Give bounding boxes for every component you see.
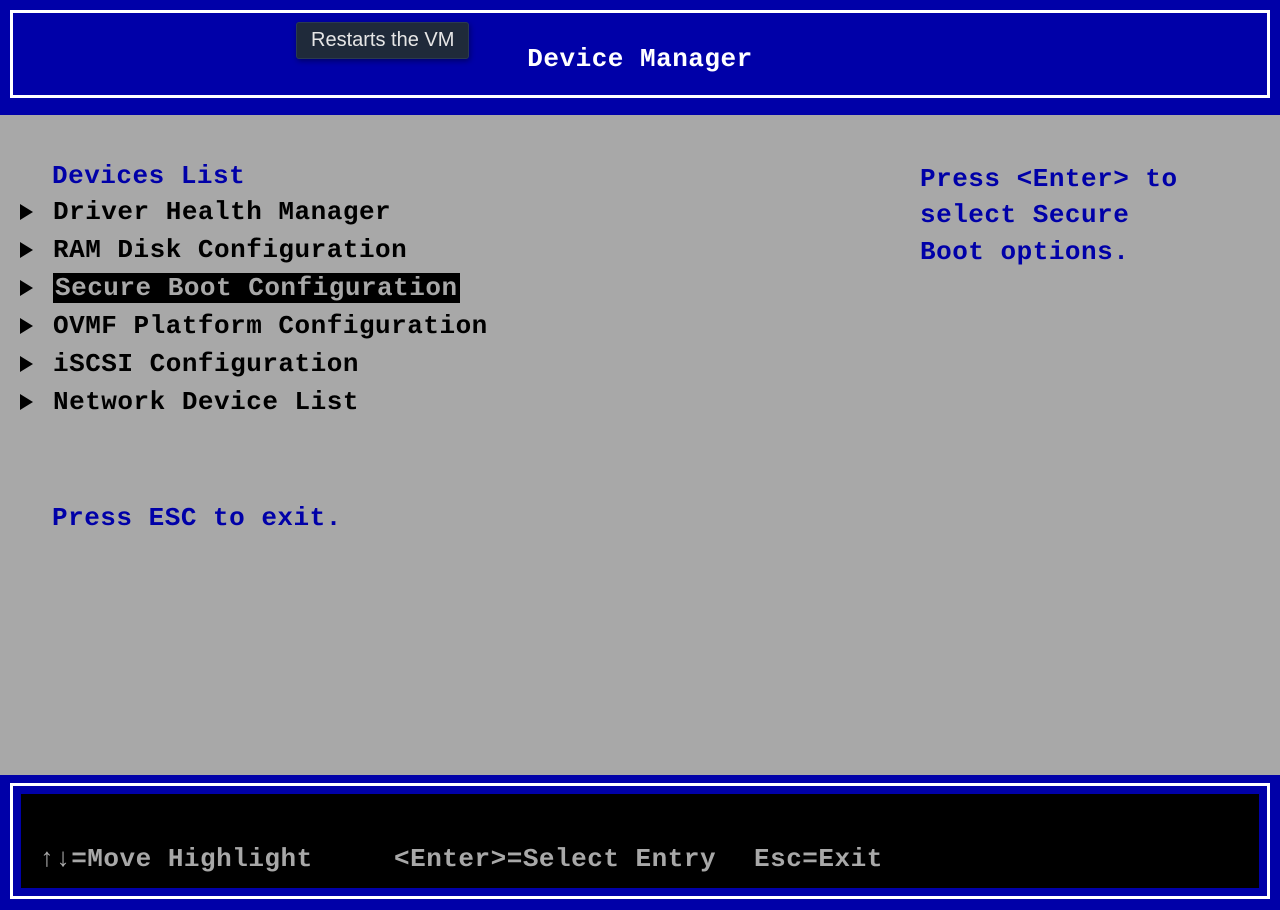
- body: Devices List Driver Health Manager RAM D…: [0, 115, 1280, 775]
- footer-bar: ↑↓=Move Highlight <Enter>=Select Entry E…: [0, 775, 1280, 910]
- footer: ↑↓=Move Highlight <Enter>=Select Entry E…: [21, 794, 1259, 888]
- header-bar: Device Manager Restarts the VM: [0, 0, 1280, 115]
- menu-item-driver-health[interactable]: Driver Health Manager: [20, 193, 920, 231]
- menu-item-label: Secure Boot Configuration: [53, 273, 460, 303]
- chevron-right-icon: [20, 394, 33, 410]
- tooltip-restart-vm: Restarts the VM: [296, 22, 469, 59]
- footer-hint-exit: Esc=Exit: [754, 844, 1241, 874]
- chevron-right-icon: [20, 242, 33, 258]
- page-title: Device Manager: [527, 34, 752, 74]
- footer-hint-select: <Enter>=Select Entry: [394, 844, 754, 874]
- help-pane: Press <Enter> to select Secure Boot opti…: [920, 161, 1260, 755]
- footer-border: ↑↓=Move Highlight <Enter>=Select Entry E…: [10, 783, 1270, 899]
- chevron-right-icon: [20, 280, 33, 296]
- footer-hint-move: ↑↓=Move Highlight: [39, 844, 394, 874]
- menu-item-label: Network Device List: [53, 387, 359, 417]
- help-text: Press <Enter> to select Secure Boot opti…: [920, 161, 1200, 270]
- chevron-right-icon: [20, 318, 33, 334]
- menu-item-label: Driver Health Manager: [53, 197, 391, 227]
- exit-hint: Press ESC to exit.: [52, 503, 920, 533]
- menu-item-ram-disk[interactable]: RAM Disk Configuration: [20, 231, 920, 269]
- menu-item-network-devices[interactable]: Network Device List: [20, 383, 920, 421]
- menu-item-label: RAM Disk Configuration: [53, 235, 407, 265]
- chevron-right-icon: [20, 356, 33, 372]
- menu-item-label: OVMF Platform Configuration: [53, 311, 488, 341]
- device-menu: Driver Health Manager RAM Disk Configura…: [20, 193, 920, 421]
- menu-item-secure-boot[interactable]: Secure Boot Configuration: [20, 269, 920, 307]
- menu-item-label: iSCSI Configuration: [53, 349, 359, 379]
- menu-item-ovmf-platform[interactable]: OVMF Platform Configuration: [20, 307, 920, 345]
- section-title-devices: Devices List: [52, 161, 920, 191]
- header: Device Manager: [10, 10, 1270, 98]
- left-pane: Devices List Driver Health Manager RAM D…: [20, 161, 920, 755]
- chevron-right-icon: [20, 204, 33, 220]
- menu-item-iscsi[interactable]: iSCSI Configuration: [20, 345, 920, 383]
